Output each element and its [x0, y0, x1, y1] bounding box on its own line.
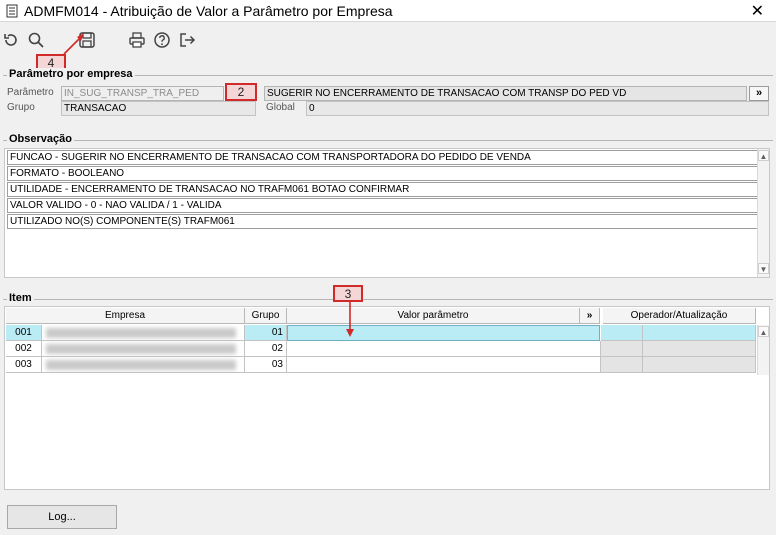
obs-line: UTILIDADE - ENCERRAMENTO DE TRANSACAO NO… — [7, 182, 758, 197]
obs-group-title: Observação — [7, 133, 74, 145]
param-more-button[interactable]: » — [749, 86, 769, 101]
item-group-title: Item — [7, 292, 34, 304]
scroll-down-icon[interactable]: ▼ — [758, 263, 769, 274]
row-atualizacao — [643, 357, 756, 373]
item-grid: Empresa Grupo Valor parâmetro » Operador… — [4, 306, 770, 490]
col-header-valor[interactable]: Valor parâmetro — [287, 308, 580, 324]
grid-scrollbar[interactable]: ▲ — [757, 325, 769, 375]
row-code: 001 — [6, 325, 42, 341]
log-button[interactable]: Log... — [7, 505, 117, 529]
param-description-field: SUGERIR NO ENCERRAMENTO DE TRANSACAO COM… — [264, 86, 747, 101]
row-grupo: 01 — [245, 325, 287, 341]
scroll-up-icon[interactable]: ▲ — [758, 150, 769, 161]
empresa-name-redacted — [42, 341, 245, 357]
help-icon[interactable] — [153, 31, 175, 53]
obs-line: UTILIZADO NO(S) COMPONENTE(S) TRAFM061 — [7, 214, 758, 229]
refresh-icon[interactable] — [2, 31, 24, 53]
group-field: TRANSACAO — [61, 101, 256, 116]
param-label: Parâmetro — [7, 87, 54, 98]
empresa-name-redacted — [42, 357, 245, 373]
obs-scrollbar[interactable]: ▲ ▼ — [757, 149, 769, 277]
global-field: 0 — [306, 101, 769, 116]
col-header-grupo[interactable]: Grupo — [245, 308, 287, 324]
row-code: 002 — [6, 341, 42, 357]
exit-icon[interactable] — [178, 31, 200, 53]
col-header-empresa[interactable]: Empresa — [6, 308, 245, 324]
scroll-up-icon[interactable]: ▲ — [758, 326, 769, 337]
toolbar — [0, 23, 776, 57]
app-icon — [5, 4, 19, 21]
row-operador — [601, 341, 643, 357]
row-grupo: 03 — [245, 357, 287, 373]
title-bar: ADMFM014 - Atribuição de Valor a Parâmet… — [0, 0, 776, 22]
row-operador — [601, 325, 643, 341]
row-atualizacao — [643, 341, 756, 357]
row-atualizacao — [643, 325, 756, 341]
row-code: 003 — [6, 357, 42, 373]
obs-line: FORMATO - BOOLEANO — [7, 166, 758, 181]
close-icon[interactable]: ✕ — [751, 1, 764, 21]
window-title: ADMFM014 - Atribuição de Valor a Parâmet… — [24, 3, 393, 19]
search-icon[interactable] — [27, 31, 49, 53]
group-label: Grupo — [7, 102, 35, 113]
row-valor-input[interactable] — [287, 357, 601, 373]
row-valor-input[interactable] — [287, 341, 601, 357]
obs-list: FUNCAO - SUGERIR NO ENCERRAMENTO DE TRAN… — [4, 148, 770, 278]
empresa-name-redacted — [42, 325, 245, 341]
row-grupo: 02 — [245, 341, 287, 357]
global-label: Global — [266, 102, 295, 113]
annotation-arrow-3 — [346, 302, 354, 337]
annotation-marker-3: 3 — [333, 285, 363, 302]
param-code-field[interactable]: IN_SUG_TRANSP_TRA_PED — [61, 86, 224, 101]
annotation-marker-2: 2 — [225, 83, 257, 101]
obs-line: FUNCAO - SUGERIR NO ENCERRAMENTO DE TRAN… — [7, 150, 758, 165]
col-more-button[interactable]: » — [580, 308, 600, 324]
col-header-operador[interactable]: Operador/Atualização — [603, 308, 756, 324]
row-operador — [601, 357, 643, 373]
annotation-arrow-4 — [63, 33, 84, 55]
obs-line: VALOR VALIDO - 0 - NAO VALIDA / 1 - VALI… — [7, 198, 758, 213]
print-icon[interactable] — [128, 31, 150, 53]
param-group-title: Parâmetro por empresa — [7, 68, 135, 80]
row-valor-input[interactable] — [287, 325, 600, 341]
